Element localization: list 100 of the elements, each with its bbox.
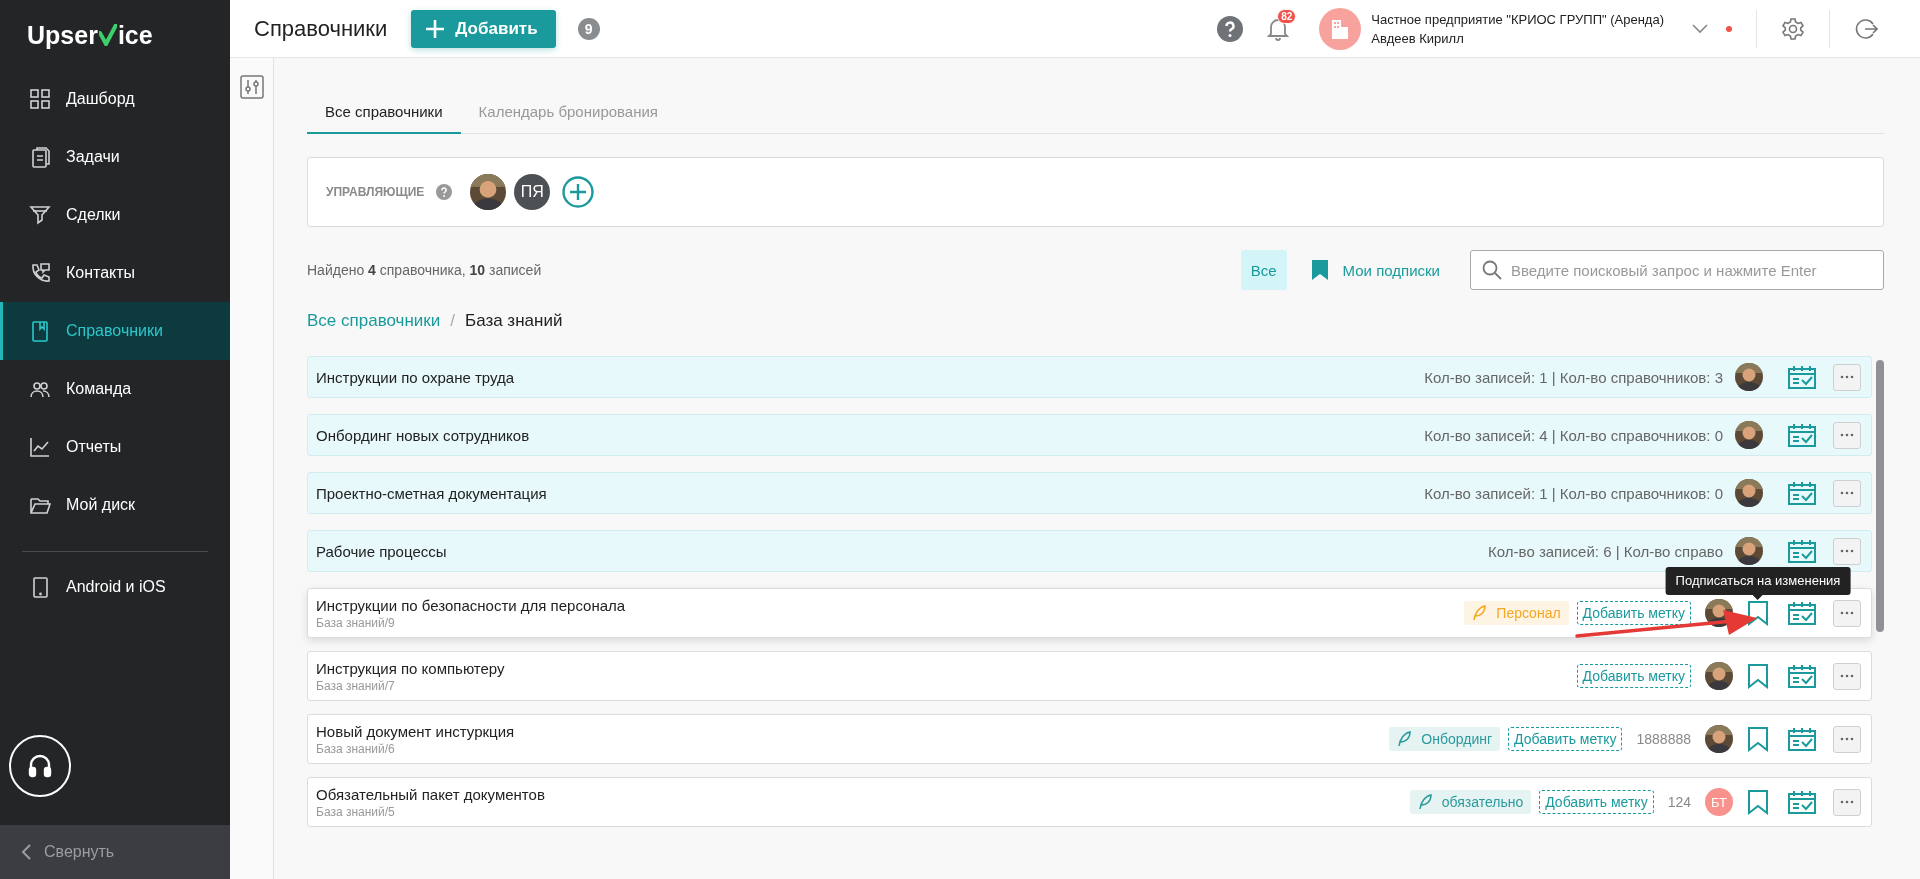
logout-icon[interactable]	[1854, 16, 1878, 41]
document-path: База знаний/5	[316, 804, 396, 819]
bookmark-icon[interactable]	[1747, 663, 1769, 689]
nav-icon	[29, 436, 51, 458]
help-icon[interactable]	[436, 184, 453, 200]
tab[interactable]: Все справочники	[307, 90, 461, 134]
add-tag-button[interactable]: Добавить метку	[1576, 664, 1691, 688]
avatar	[1735, 363, 1763, 391]
plus-icon	[425, 18, 446, 39]
avatar: ПЯ	[514, 174, 551, 210]
breadcrumb-separator: /	[450, 311, 455, 331]
count-badge: 9	[577, 17, 600, 40]
calendar-check-icon[interactable]	[1788, 365, 1816, 389]
document-title: Инструкция по компьютеру	[316, 659, 505, 677]
logo[interactable]: Upser ice	[0, 0, 230, 70]
document-title: Обязательный пакет документов	[316, 785, 545, 803]
leaf-icon	[1472, 605, 1487, 621]
nav-item[interactable]: Сделки	[0, 186, 230, 244]
managers-label: УПРАВЛЯЮЩИЕ	[326, 185, 425, 199]
folder-stats: Кол-во записей: 1 | Кол-во справочников: 3	[1424, 368, 1723, 386]
calendar-check-icon[interactable]	[1788, 423, 1816, 447]
support-button[interactable]	[9, 735, 71, 797]
notification-badge: 82	[1277, 8, 1297, 24]
chevron-left-icon	[20, 843, 32, 861]
folder-name: Проектно-сметная документация	[316, 484, 547, 502]
calendar-check-icon[interactable]	[1788, 481, 1816, 505]
chevron-down-icon[interactable]	[1692, 23, 1708, 34]
nav-icon	[29, 204, 51, 226]
add-tag-button[interactable]: Добавить метку	[1508, 727, 1623, 751]
leaf-icon	[1417, 794, 1432, 810]
user-name[interactable]: Авдеев Кирилл	[1371, 30, 1664, 46]
avatar: БТ	[1705, 788, 1733, 816]
bookmark-icon[interactable]	[1747, 726, 1769, 752]
more-icon	[1840, 433, 1854, 437]
more-icon	[1840, 800, 1854, 804]
calendar-check-icon[interactable]	[1788, 727, 1816, 751]
scrollbar[interactable]	[1876, 360, 1884, 632]
more-icon	[1840, 611, 1854, 615]
add-manager-icon[interactable]	[562, 176, 595, 208]
folder-name: Онбординг новых сотрудников	[316, 426, 530, 444]
help-icon[interactable]	[1217, 15, 1244, 42]
document-number: 1888888	[1636, 731, 1691, 747]
nav-icon	[29, 146, 51, 168]
nav-item[interactable]: Контакты	[0, 244, 230, 302]
document-path: База знаний/9	[316, 615, 396, 630]
calendar-check-icon[interactable]	[1788, 664, 1816, 688]
bookmark-icon[interactable]	[1747, 789, 1769, 815]
nav-icon	[29, 262, 51, 284]
tooltip-pointer	[1753, 595, 1763, 600]
bookmark-icon	[1310, 259, 1329, 281]
nav-item[interactable]: Дашборд	[0, 70, 230, 128]
tag: Персонал	[1464, 601, 1569, 625]
avatar	[470, 174, 507, 210]
nav-item[interactable]: Мой диск	[0, 476, 230, 534]
add-tag-button[interactable]: Добавить метку	[1576, 601, 1691, 625]
more-icon	[1840, 491, 1854, 495]
add-tag-button[interactable]: Добавить метку	[1539, 790, 1654, 814]
folder-name: Инструкции по охране труда	[316, 368, 515, 386]
nav-item[interactable]: Android и iOS	[0, 558, 230, 616]
document-number: 124	[1667, 794, 1691, 810]
folder-name: Рабочие процессы	[316, 542, 447, 560]
search-icon	[1482, 260, 1502, 280]
avatar	[1735, 479, 1763, 507]
nav-icon	[29, 88, 51, 110]
collapse-button[interactable]: Свернуть	[0, 825, 230, 879]
tooltip: Подписаться на изменения	[1665, 567, 1851, 595]
leaf-icon	[1397, 731, 1412, 747]
tag: Онбординг	[1389, 727, 1501, 751]
headset-icon	[26, 752, 54, 780]
calendar-check-icon[interactable]	[1788, 539, 1816, 563]
document-path: База знаний/6	[316, 741, 396, 756]
nav-icon	[29, 320, 51, 342]
search-field[interactable]: Введите поисковый запрос и нажмите Enter	[1470, 250, 1884, 290]
calendar-check-icon[interactable]	[1788, 790, 1816, 814]
folder-stats: Кол-во записей: 1 | Кол-во справочников: 0	[1424, 484, 1723, 502]
avatar	[1705, 662, 1733, 690]
nav-item[interactable]: Отчеты	[0, 418, 230, 476]
avatar	[1735, 421, 1763, 449]
more-icon	[1840, 549, 1854, 553]
bookmark-icon[interactable]	[1747, 600, 1769, 626]
nav-item[interactable]: Команда	[0, 360, 230, 418]
nav-item[interactable]: Задачи	[0, 128, 230, 186]
avatar	[1705, 725, 1733, 753]
org-avatar[interactable]	[1319, 7, 1362, 50]
more-icon	[1840, 737, 1854, 741]
avatar	[1735, 537, 1763, 565]
more-icon	[1840, 375, 1854, 379]
more-icon	[1840, 674, 1854, 678]
page-title: Справочники	[254, 15, 388, 42]
folder-stats: Кол-во записей: 4 | Кол-во справочников: 0	[1424, 426, 1723, 444]
filter-settings-icon[interactable]	[239, 75, 264, 99]
tag: обязательно	[1409, 790, 1532, 814]
calendar-check-icon[interactable]	[1788, 601, 1816, 625]
folder-stats: Кол-во записей: 6 | Кол-во справо	[1488, 542, 1723, 560]
nav-item[interactable]: Справочники	[0, 302, 230, 360]
settings-icon[interactable]	[1781, 16, 1805, 41]
org-name[interactable]: Частное предприятие "КРИОС ГРУПП" (Аренда)	[1371, 11, 1664, 27]
document-title: Новый документ инстуркция	[316, 722, 515, 740]
breadcrumb-current: База знаний	[464, 311, 563, 331]
document-path: База знаний/7	[316, 678, 396, 693]
